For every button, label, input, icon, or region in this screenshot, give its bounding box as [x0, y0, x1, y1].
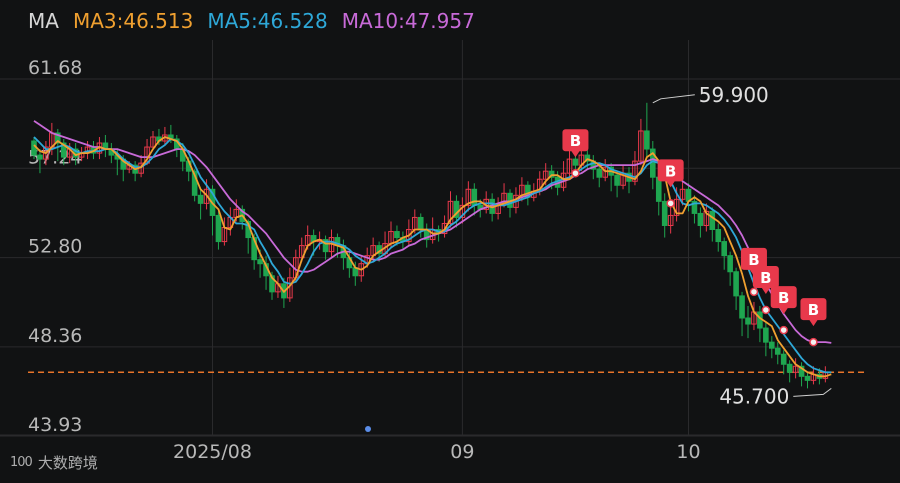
legend-ma5: MA5:46.528 [207, 9, 328, 33]
buy-signal-label: B [570, 132, 581, 150]
legend-ma3: MA3:46.513 [72, 9, 194, 33]
candle-body [697, 212, 704, 226]
x-tick-label: 2025/08 [173, 441, 252, 463]
candle-body [721, 241, 728, 257]
y-tick-label: 61.68 [28, 57, 82, 79]
legend-ma-label: MA [28, 9, 59, 33]
candle-body [37, 154, 43, 160]
ma3-line [33, 136, 832, 378]
min-annotation-line [793, 388, 832, 397]
candle-body [31, 140, 37, 156]
min-price-label: 45.700 [719, 384, 789, 408]
candle-body [394, 231, 400, 239]
candle-body [644, 130, 650, 150]
watermark-logo: 100 [10, 455, 33, 470]
buy-signal-label: B [808, 301, 819, 319]
buy-signal-label: B [665, 162, 676, 180]
buy-signal-label: B [778, 289, 789, 307]
candle-body [572, 158, 579, 166]
watermark: 100 大数跨境 [10, 452, 98, 473]
watermark-text: 大数跨境 [37, 454, 98, 472]
candle-body [804, 375, 811, 381]
buy-signal-dot [571, 168, 580, 178]
scroll-indicator-dot [365, 426, 371, 432]
candle-body [739, 295, 745, 319]
candle-body [215, 214, 222, 243]
buy-signal-dot [666, 199, 675, 208]
max-price-label: 59.900 [699, 83, 769, 107]
candle-body [727, 255, 733, 273]
candle-body [197, 194, 204, 204]
buy-signal-dot [809, 337, 818, 347]
candle-body [774, 347, 781, 355]
candle-body [715, 229, 722, 243]
buy-signal-dot [761, 305, 771, 315]
buy-signal-dot [749, 287, 759, 297]
candle-body [733, 271, 739, 297]
candle-body [709, 210, 716, 231]
candle-body [596, 168, 603, 178]
candle-body [745, 317, 751, 325]
candle-body [257, 259, 263, 265]
legend-ma10: MA10:47.957 [341, 9, 475, 33]
x-tick-label: 10 [676, 441, 700, 463]
buy-signal-dot [779, 325, 788, 335]
buy-signal-label: B [760, 269, 771, 287]
x-tick-label: 09 [450, 441, 474, 463]
candle-body [763, 327, 769, 343]
candle-body [417, 216, 424, 231]
candle-body [471, 188, 478, 206]
y-tick-label: 52.80 [28, 236, 82, 258]
ma5-line [33, 136, 832, 374]
ma-legend: MA MA3:46.513 MA5:46.528 MA10:47.957 [28, 9, 475, 33]
candle-body [661, 200, 668, 226]
candle-body [780, 353, 787, 365]
candlestick-chart: 61.68 57.24 52.80 48.36 43.93 2025/08 09 10 B B B B… [0, 0, 900, 479]
chart-canvas: 61.6857.2452.8048.3643.932025/08 09 10BBBB… [0, 40, 900, 463]
candle-body [614, 174, 620, 186]
y-tick-label: 48.36 [28, 325, 82, 347]
y-tick-label: 43.93 [28, 414, 82, 436]
candle-body [786, 363, 793, 373]
candle-body [769, 341, 775, 349]
